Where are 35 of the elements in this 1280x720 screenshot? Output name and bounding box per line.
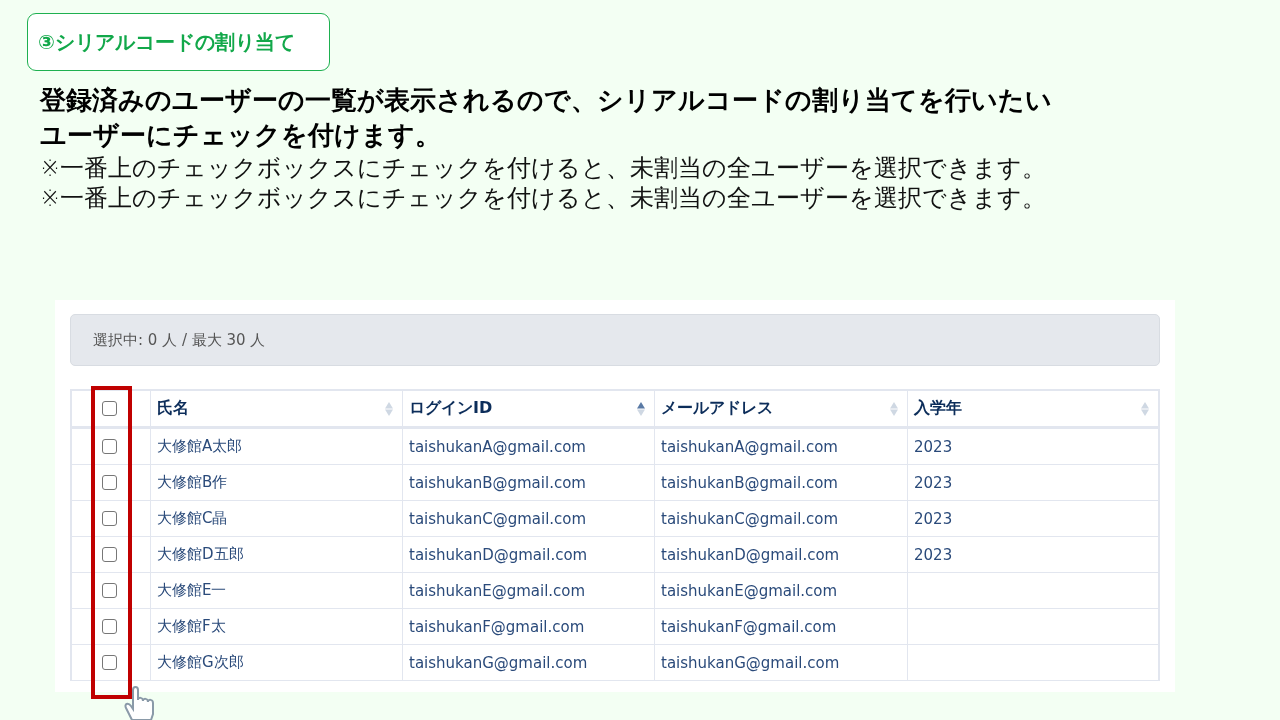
table-cell: 大修館G次郎 bbox=[150, 645, 402, 681]
column-title: 氏名 bbox=[157, 398, 189, 419]
table-cell: taishukanG@gmail.com bbox=[654, 645, 907, 681]
table-cell: taishukanB@gmail.com bbox=[654, 465, 907, 501]
table-cell: 2023 bbox=[907, 465, 1158, 501]
table-cell: taishukanE@gmail.com bbox=[654, 573, 907, 609]
table-cell: 2023 bbox=[907, 537, 1158, 573]
table-cell: taishukanA@gmail.com bbox=[402, 429, 654, 465]
table-cell: 大修館E一 bbox=[150, 573, 402, 609]
table-cell: taishukanD@gmail.com bbox=[654, 537, 907, 573]
column-title: ログインID bbox=[409, 398, 493, 419]
table-cell: 2023 bbox=[907, 501, 1158, 537]
table-cell: 大修館D五郎 bbox=[150, 537, 402, 573]
table-cell: taishukanD@gmail.com bbox=[402, 537, 654, 573]
selection-status: 選択中: 0 人 / 最大 30 人 bbox=[70, 314, 1160, 366]
step-label: ③シリアルコードの割り当て bbox=[27, 13, 330, 71]
column-title: 入学年 bbox=[914, 398, 962, 419]
table-cell: 大修館C晶 bbox=[150, 501, 402, 537]
table-cell: 2023 bbox=[907, 429, 1158, 465]
table-cell: taishukanC@gmail.com bbox=[402, 501, 654, 537]
table-cell: taishukanF@gmail.com bbox=[402, 609, 654, 645]
table-cell: taishukanC@gmail.com bbox=[654, 501, 907, 537]
table-cell: 大修館A太郎 bbox=[150, 429, 402, 465]
note-text: ※一番上のチェックボックスにチェックを付けると、未割当の全ユーザーを選択できます。 bbox=[40, 183, 1048, 213]
note-text: ※一番上のチェックボックスにチェックを付けると、未割当の全ユーザーを選択できます。 bbox=[40, 153, 1048, 183]
table-cell: 大修館F太 bbox=[150, 609, 402, 645]
table-cell: taishukanF@gmail.com bbox=[654, 609, 907, 645]
instruction-heading: 登録済みのユーザーの一覧が表示されるので、シリアルコードの割り当てを行いたい bbox=[40, 84, 1053, 117]
column-title: メールアドレス bbox=[661, 398, 773, 419]
table-cell: taishukanA@gmail.com bbox=[654, 429, 907, 465]
table-cell: 大修館B作 bbox=[150, 465, 402, 501]
table-cell: taishukanB@gmail.com bbox=[402, 465, 654, 501]
instruction-heading: ユーザーにチェックを付けます。 bbox=[40, 119, 442, 152]
table-cell: taishukanE@gmail.com bbox=[402, 573, 654, 609]
table-cell: taishukanG@gmail.com bbox=[402, 645, 654, 681]
